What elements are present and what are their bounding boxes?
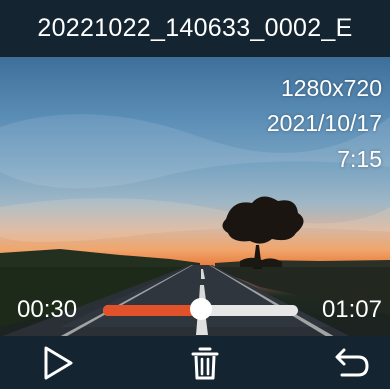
date-label: 2021/10/17: [266, 110, 382, 136]
progress-fill: [103, 305, 201, 316]
play-icon: [44, 346, 73, 379]
progress-handle[interactable]: [189, 298, 212, 320]
total-time: 01:07: [321, 296, 382, 323]
file-name-title: 20221022_140633_0002_E: [37, 14, 353, 42]
time-label: 7:15: [337, 146, 382, 172]
back-button[interactable]: [332, 343, 372, 383]
play-button[interactable]: [38, 343, 78, 383]
title-bar: 20221022_140633_0002_E: [0, 0, 390, 57]
back-icon: [335, 348, 369, 376]
trash-icon: [191, 347, 219, 379]
current-time: 00:30: [17, 296, 78, 323]
delete-button[interactable]: [185, 343, 225, 383]
video-player-screen: 20221022_140633_0002_E 1280x720 2021/10/…: [0, 0, 390, 389]
bottom-toolbar: [0, 336, 390, 389]
resolution-label: 1280x720: [280, 75, 382, 101]
